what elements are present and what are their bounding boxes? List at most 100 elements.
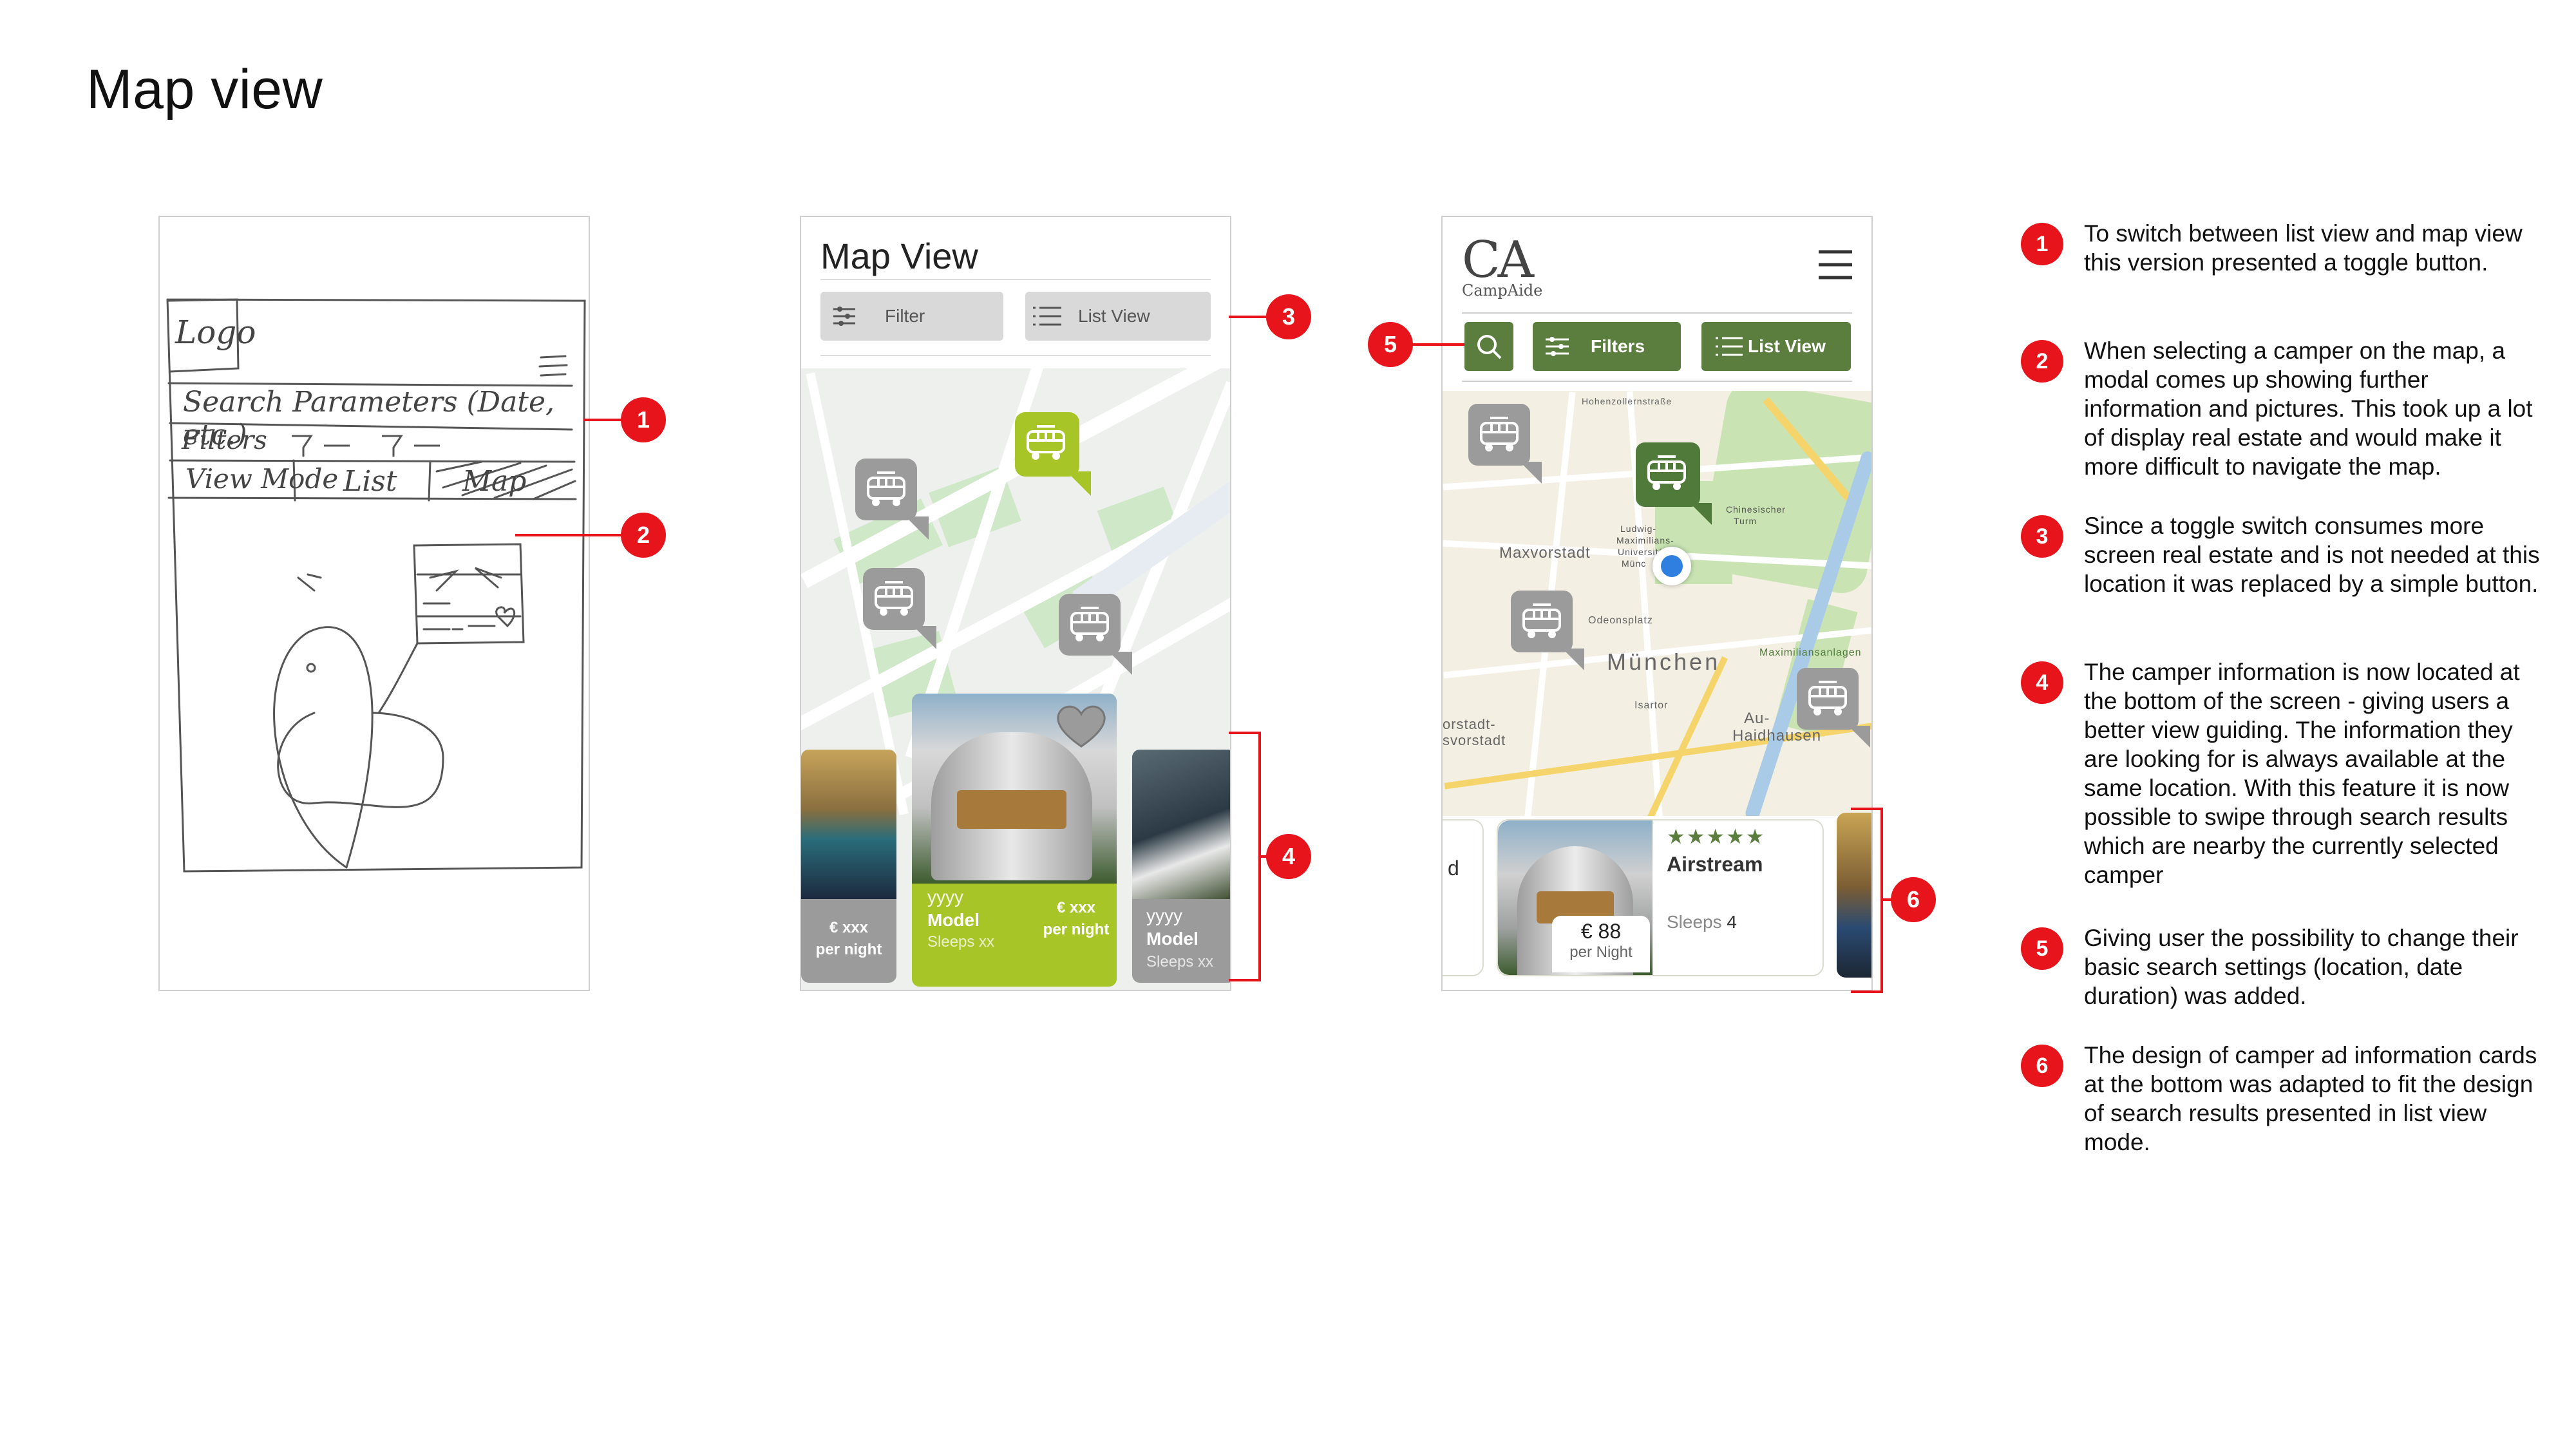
map-label: Maximilians- <box>1616 535 1674 545</box>
camper-card[interactable]: yyyy Model Sleeps xx <box>1132 750 1230 983</box>
hamburger-menu-icon[interactable] <box>1817 249 1853 280</box>
map-label: Turm <box>1734 516 1757 526</box>
note-1: To switch between list view and map view… <box>2084 220 2523 276</box>
card-per-night: per night <box>1043 921 1110 938</box>
note-badge-3: 3 <box>2021 515 2063 558</box>
card-sleeps: Sleeps xx <box>1146 953 1214 971</box>
card-price: € xxx <box>1056 899 1096 916</box>
sketch-map: Map <box>462 465 527 498</box>
wireframe-title: Map View <box>820 236 978 276</box>
divider <box>820 355 1211 356</box>
card-price: € xxx <box>829 919 869 936</box>
card-sleeps: Sleeps xx <box>927 933 995 951</box>
callout-line <box>1851 808 1883 810</box>
list-icon <box>1033 307 1061 326</box>
card-model: Model <box>1146 929 1198 949</box>
card-model: Model <box>927 910 980 930</box>
heart-icon[interactable] <box>1052 700 1110 752</box>
price-tag: € 88 per Night <box>1552 916 1650 972</box>
camper-card-partial[interactable]: d <box>1443 819 1484 976</box>
wireframe-frame: Map View Filter List View € xxx per nigh… <box>800 216 1231 991</box>
list-view-label: List View <box>1078 306 1150 326</box>
map[interactable]: Maxvorstadt München Odeonsplatz Au- Haid… <box>1443 391 1871 816</box>
sketch-filter-icons <box>292 435 440 457</box>
callout-badge-2: 2 <box>621 513 666 558</box>
map-label: Isartor <box>1634 700 1669 711</box>
sketch-frame: Logo Search Parameters (Date, etc.) Filt… <box>158 216 590 991</box>
campaide-brand: CampAide <box>1462 281 1543 299</box>
card-per-night: per Night <box>1569 943 1633 961</box>
selected-camper-card[interactable]: yyyy Model Sleeps xx € xxx per night <box>912 694 1117 987</box>
map-label: orstadt- <box>1443 716 1496 732</box>
map[interactable]: € xxx per night yyyy Model Sleeps xx € x… <box>801 368 1230 990</box>
callout-line <box>583 419 625 421</box>
map-label: Odeonsplatz <box>1588 615 1653 626</box>
camper-pin[interactable] <box>855 459 929 540</box>
campaide-logo: CA <box>1462 231 1534 289</box>
filters-label: Filters <box>1591 336 1645 356</box>
final-design-frame: CA CampAide Filters List View Maxvorstad… <box>1441 216 1873 991</box>
card-title: Airstream <box>1667 853 1763 876</box>
filters-button[interactable]: Filters <box>1533 322 1681 371</box>
sliders-icon <box>1546 337 1569 356</box>
callout-badge-3: 3 <box>1266 294 1311 339</box>
camper-pin[interactable] <box>1468 404 1542 484</box>
camper-card[interactable]: € xxx per night <box>801 750 896 983</box>
selected-camper-pin[interactable] <box>1015 412 1091 496</box>
search-icon <box>1477 335 1502 359</box>
callout-line <box>515 534 625 536</box>
card-sleeps-label: Sleeps <box>1667 912 1722 932</box>
map-label: svorstadt <box>1443 732 1506 748</box>
filter-label: Filter <box>885 306 925 326</box>
note-badge-1: 1 <box>2021 223 2063 265</box>
page-title: Map view <box>86 59 323 120</box>
note-badge-2: 2 <box>2021 340 2063 383</box>
callout-line <box>1229 732 1261 734</box>
camper-pin[interactable] <box>1059 594 1132 675</box>
sketch-filters: Filters <box>182 426 267 455</box>
card-year: yyyy <box>927 887 963 907</box>
card-per-night: per night <box>815 941 882 958</box>
map-label: Ludwig- <box>1620 524 1657 534</box>
list-view-label: List View <box>1748 336 1826 356</box>
map-label: Maximiliansanlagen <box>1759 647 1862 658</box>
map-label: Chinesischer <box>1726 504 1786 515</box>
search-button[interactable] <box>1464 322 1513 371</box>
callout-line <box>1229 316 1270 318</box>
list-view-button[interactable]: List View <box>1025 292 1211 341</box>
camper-card-partial[interactable] <box>1837 813 1871 978</box>
list-view-button[interactable]: List View <box>1701 322 1851 371</box>
van-icon <box>1070 607 1109 641</box>
card-price: € 88 <box>1580 920 1622 943</box>
van-icon <box>1480 417 1519 451</box>
callout-line <box>1229 979 1261 981</box>
divider <box>1462 381 1852 382</box>
selected-camper-card[interactable]: € 88 per Night ★★★★★ Airstream Sleeps 4 <box>1497 819 1824 976</box>
list-icon <box>1716 337 1743 356</box>
map-label: Hohenzollernstraße <box>1582 396 1672 406</box>
current-location-marker <box>1653 547 1691 585</box>
selected-camper-pin[interactable] <box>1636 442 1712 525</box>
rating-stars: ★★★★★ <box>1667 825 1766 848</box>
camper-pin[interactable] <box>1511 591 1584 670</box>
van-icon <box>1522 603 1561 638</box>
van-icon <box>875 581 913 616</box>
note-badge-5: 5 <box>2021 927 2063 970</box>
map-label: Münc <box>1622 558 1647 569</box>
map-label: München <box>1607 649 1721 675</box>
divider <box>820 279 1211 280</box>
van-icon <box>1808 681 1847 715</box>
callout-line <box>1410 343 1464 346</box>
sliders-icon <box>833 307 855 326</box>
camper-pin[interactable] <box>863 568 936 649</box>
callout-badge-4: 4 <box>1266 834 1311 879</box>
map-label: Maxvorstadt <box>1499 544 1591 562</box>
card-sleeps-value: 4 <box>1727 912 1737 932</box>
filter-button[interactable]: Filter <box>820 292 1003 341</box>
card-year: yyyy <box>1146 905 1182 925</box>
camper-pin[interactable] <box>1797 668 1870 748</box>
map-label: Haidhausen <box>1732 727 1822 744</box>
van-icon <box>1027 425 1065 460</box>
callout-badge-1: 1 <box>621 397 666 442</box>
callout-badge-6: 6 <box>1891 877 1936 922</box>
